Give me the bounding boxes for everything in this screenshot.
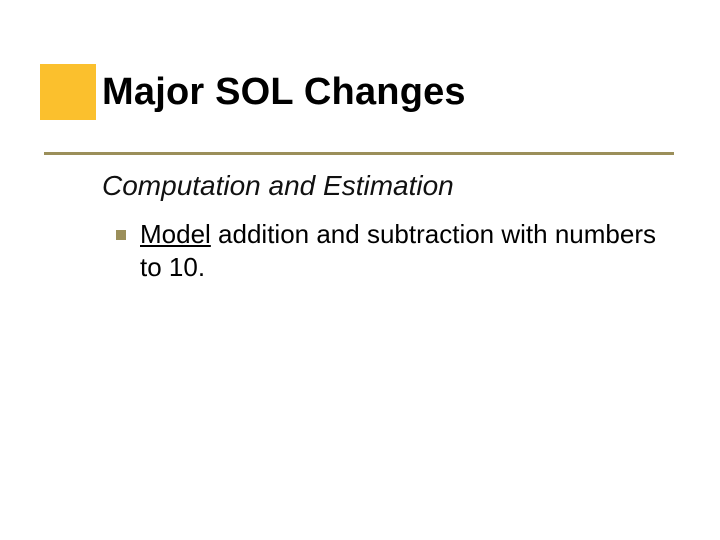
slide: Major SOL Changes Computation and Estima… [0,0,720,540]
bullet-underlined-word: Model [140,219,211,249]
accent-square-icon [40,64,96,120]
bullet-square-icon [116,230,126,240]
bullet-item: Model addition and subtraction with numb… [116,218,670,285]
title-underline-rule [44,152,674,155]
bullet-rest: addition and subtraction with numbers to… [140,219,656,282]
slide-subtitle: Computation and Estimation [102,170,454,202]
slide-title: Major SOL Changes [102,71,466,114]
bullet-text: Model addition and subtraction with numb… [140,218,660,285]
